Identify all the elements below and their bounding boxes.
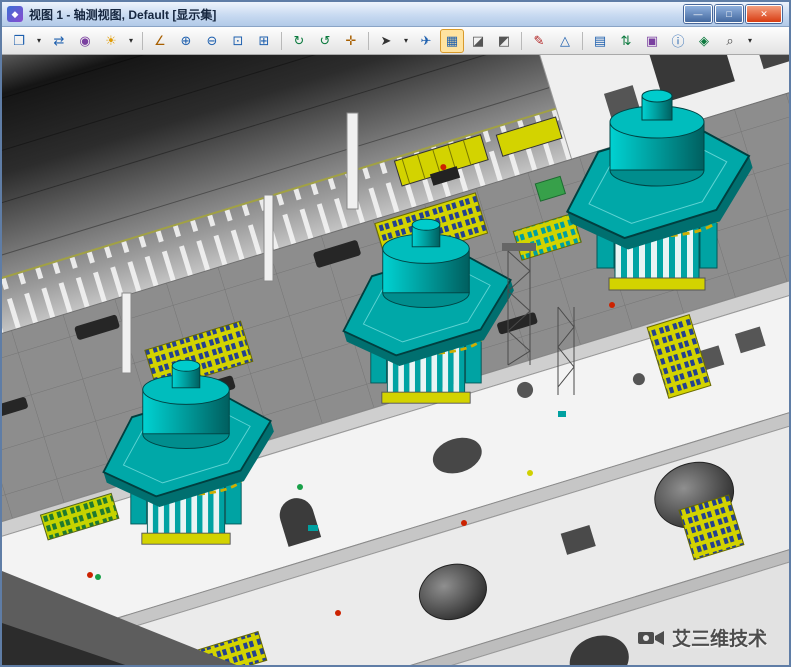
window-title: 视图 1 - 轴测视图, Default [显示集]	[29, 6, 678, 23]
snapshot-icon[interactable]: ▣	[640, 29, 664, 53]
watermark: 艾三维技术	[637, 624, 767, 651]
fly-mode-icon[interactable]: ✈	[414, 29, 438, 53]
render-presets-icon[interactable]: ◉	[73, 29, 97, 53]
layers-icon[interactable]: ▤	[588, 29, 612, 53]
select-icon[interactable]: ➤	[374, 29, 398, 53]
maximize-button[interactable]: □	[715, 5, 743, 23]
new-view-icon[interactable]: ❐	[7, 29, 31, 53]
clip-plane-icon[interactable]: ◩	[492, 29, 516, 53]
info-icon[interactable]: ⓘ	[666, 29, 690, 53]
pan-view-icon[interactable]: ✛	[339, 29, 363, 53]
new-view-dropdown-icon[interactable]: ▾	[33, 29, 45, 53]
main-toolbar: ❐ ▾ ⇄ ◉ ☀ ▾ ∠ ⊕ ⊖ ⊡ ⊞ ↻ ↺ ✛ ➤ ▾ ✈ ▦ ◪ ◩ …	[2, 27, 789, 55]
toolbar-separator	[368, 32, 369, 50]
select-dropdown-icon[interactable]: ▾	[400, 29, 412, 53]
application-window: ◆ 视图 1 - 轴测视图, Default [显示集] — □ ✕ ❐ ▾ ⇄…	[0, 0, 791, 667]
measure-icon[interactable]: ∠	[148, 29, 172, 53]
walk-mode-icon[interactable]: ▦	[440, 29, 464, 53]
lighting-dropdown-icon[interactable]: ▾	[125, 29, 137, 53]
toolbar-separator	[281, 32, 282, 50]
model-tree-icon[interactable]: ◈	[692, 29, 716, 53]
minimize-button[interactable]: —	[684, 5, 712, 23]
orbit-view-icon[interactable]: ↺	[313, 29, 337, 53]
window-controls: — □ ✕	[684, 5, 784, 23]
toolbar-overflow-dropdown-icon[interactable]: ▾	[744, 29, 756, 53]
section-icon[interactable]: ◪	[466, 29, 490, 53]
fit-view-icon[interactable]: ⊞	[252, 29, 276, 53]
zoom-window-icon[interactable]: ⊡	[226, 29, 250, 53]
watermark-text: 艾三维技术	[672, 624, 767, 651]
toolbar-separator	[142, 32, 143, 50]
app-icon: ◆	[7, 6, 23, 22]
zoom-out-icon[interactable]: ⊖	[200, 29, 224, 53]
viewport-3d[interactable]	[2, 55, 789, 665]
watermark-logo-icon	[637, 628, 665, 648]
rotate-view-icon[interactable]: ↻	[287, 29, 311, 53]
lighting-icon[interactable]: ☀	[99, 29, 123, 53]
markup-icon[interactable]: ✎	[527, 29, 551, 53]
toolbar-separator	[582, 32, 583, 50]
transform-icon[interactable]: ⇅	[614, 29, 638, 53]
title-bar[interactable]: ◆ 视图 1 - 轴测视图, Default [显示集] — □ ✕	[2, 2, 789, 27]
toolbar-separator	[521, 32, 522, 50]
pmi-icon[interactable]: △	[553, 29, 577, 53]
search-icon[interactable]: ⌕	[718, 29, 742, 53]
zoom-in-icon[interactable]: ⊕	[174, 29, 198, 53]
link-views-icon[interactable]: ⇄	[47, 29, 71, 53]
close-button[interactable]: ✕	[746, 5, 782, 23]
viewport-container: 艾三维技术	[2, 55, 789, 665]
